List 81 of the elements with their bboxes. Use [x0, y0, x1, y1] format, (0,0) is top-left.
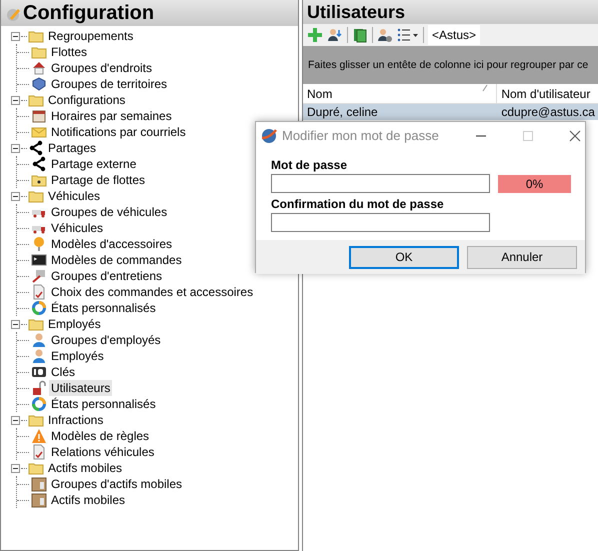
collapse-toggle[interactable] — [11, 144, 20, 152]
tree-item[interactable]: Flottes — [49, 44, 90, 60]
tree-item[interactable]: Actifs mobiles — [49, 492, 128, 508]
tree-item[interactable]: Véhicules — [46, 188, 102, 204]
calendar-icon — [31, 108, 47, 124]
tree-item[interactable]: Horaires par semaines — [49, 108, 174, 124]
tree-item[interactable]: Utilisateurs — [49, 380, 112, 396]
tree-item[interactable]: Configurations — [46, 92, 128, 108]
person-icon — [31, 348, 47, 364]
tree-item[interactable]: Véhicules — [49, 220, 106, 236]
tree-item[interactable]: Modèles de règles — [49, 428, 152, 444]
panel-title: Configuration — [23, 2, 154, 24]
id-card-icon — [31, 364, 47, 380]
tree-item[interactable]: États personnalisés — [49, 300, 158, 316]
table-cell-text: Dupré, celine — [306, 104, 379, 120]
user-import-icon[interactable] — [327, 27, 343, 43]
collapse-toggle[interactable] — [11, 192, 20, 200]
field-label: Mot de passe — [271, 157, 348, 174]
tree-item[interactable]: États personnalisés — [49, 396, 158, 412]
box-icon — [31, 492, 47, 508]
gauge-icon — [31, 300, 47, 316]
tree-item[interactable]: Notifications par courriels — [49, 124, 188, 140]
share-icon — [31, 156, 47, 172]
tree-item[interactable]: Modèles d'accessoires — [49, 236, 174, 252]
tree-item[interactable]: Groupes d'actifs mobiles — [49, 476, 184, 492]
house-icon — [31, 60, 47, 76]
tree-item[interactable]: Groupes d'entretiens — [49, 268, 164, 284]
strength-reading: 0% — [524, 176, 544, 192]
tree-item[interactable]: Employés — [46, 316, 103, 332]
field-label: Confirmation du mot de passe — [271, 196, 445, 213]
bulb-icon — [31, 236, 47, 252]
list-dropdown-icon[interactable] — [397, 27, 419, 43]
column-header[interactable]: Nom d'utilisateur — [497, 84, 598, 103]
tree-item[interactable]: Infractions — [46, 412, 106, 428]
collapse-toggle[interactable] — [11, 320, 20, 328]
window-title: Modifier mon mot de passe — [282, 127, 440, 146]
panel-title: Utilisateurs — [307, 2, 406, 22]
column-label: Nom d'utilisateur — [501, 87, 590, 101]
shield-icon — [31, 76, 47, 92]
checklist-icon — [31, 444, 47, 460]
column-label: Nom — [307, 86, 332, 103]
tree-item[interactable]: Regroupements — [46, 28, 136, 44]
tree-item[interactable]: Employés — [49, 348, 106, 364]
tree-item[interactable]: Actifs mobiles — [46, 460, 124, 476]
tree-item[interactable]: Groupes d'endroits — [49, 60, 154, 76]
table-row[interactable]: Dupré, celine cdupre@astus.ca — [303, 104, 598, 120]
dialog-button[interactable]: OK — [349, 246, 459, 268]
tree-item[interactable]: Groupes de véhicules — [49, 204, 170, 220]
column-header[interactable]: Nom — [303, 84, 498, 103]
filter-label[interactable]: <Astus> — [428, 25, 480, 45]
collapse-toggle[interactable] — [11, 96, 20, 104]
collapse-toggle[interactable] — [11, 416, 20, 424]
collapse-toggle[interactable] — [11, 32, 20, 40]
gauge-icon — [31, 396, 47, 412]
dialog-button[interactable]: Annuler — [467, 246, 577, 268]
padlock-icon — [31, 380, 47, 396]
checklist-icon — [31, 284, 47, 300]
tree-item[interactable]: Modèles de commandes — [49, 252, 184, 268]
globe-icon — [260, 127, 278, 145]
tools-icon — [31, 268, 47, 284]
tree-item[interactable]: Partage externe — [49, 156, 138, 172]
box-icon — [31, 476, 47, 492]
terminal-icon — [31, 252, 47, 268]
tree-item[interactable]: Partages — [46, 140, 98, 156]
tree-item[interactable]: Partage de flottes — [49, 172, 148, 188]
tree-item[interactable]: Clés — [49, 364, 78, 380]
share-icon — [28, 140, 44, 156]
close-icon[interactable] — [569, 130, 581, 142]
confirm-field[interactable] — [271, 213, 490, 232]
collapse-toggle[interactable] — [11, 464, 20, 472]
group-hint: Faites glisser un entête de colonne ici pour regrouper par ce — [308, 59, 588, 71]
warning-icon — [31, 428, 47, 444]
tree-item[interactable]: Groupes de territoires — [49, 76, 170, 92]
tree-item[interactable]: Relations véhicules — [49, 444, 156, 460]
person-icon — [31, 332, 47, 348]
user-settings-icon[interactable] — [377, 27, 393, 43]
password-field[interactable] — [271, 174, 490, 193]
tree-item[interactable]: Groupes d'employés — [49, 332, 163, 348]
book-icon[interactable] — [352, 27, 368, 43]
tree-item[interactable]: Choix des commandes et accessoires — [49, 284, 256, 300]
table-cell-text: cdupre@astus.ca — [500, 104, 596, 120]
